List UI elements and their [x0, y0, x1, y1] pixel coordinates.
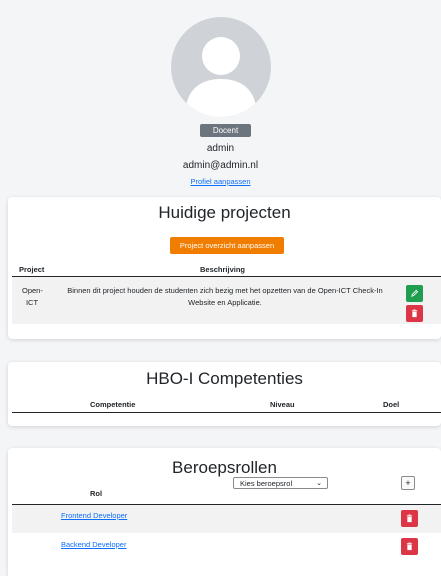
competencies-title: HBO-I Competenties: [146, 369, 303, 388]
user-email: admin@admin.nl: [182, 160, 259, 171]
edit-project-overview-button[interactable]: Project overzicht aanpassen: [170, 237, 284, 254]
trash-icon: [406, 514, 413, 523]
edit-project-button[interactable]: [406, 285, 423, 302]
user-silhouette-icon: [185, 37, 257, 117]
competencies-header-divider: [12, 412, 441, 413]
column-header-project: Project: [19, 265, 45, 274]
column-header-competentie: Competentie: [90, 400, 136, 409]
column-header-doel: Doel: [383, 400, 400, 409]
role-badge: Docent: [200, 124, 251, 137]
add-role-button[interactable]: +: [401, 476, 415, 490]
role-link-backend[interactable]: Backend Developer: [61, 540, 126, 549]
role-select-value: Kies beroepsrol: [240, 479, 293, 488]
delete-role-button[interactable]: [401, 510, 418, 527]
profile-avatar: [171, 17, 271, 117]
trash-icon: [411, 309, 418, 318]
role-link-frontend[interactable]: Frontend Developer: [61, 511, 127, 520]
column-header-rol: Rol: [90, 489, 103, 498]
username: admin: [206, 143, 235, 154]
chevron-down-icon: ⌄: [316, 480, 322, 487]
roles-title: Beroepsrollen: [172, 458, 277, 477]
roles-card: Beroepsrollen Rol Kies beroepsrol ⌄ + Fr…: [8, 448, 441, 576]
trash-icon: [406, 542, 413, 551]
pencil-icon: [411, 289, 419, 297]
edit-profile-link[interactable]: Profiel aanpassen: [190, 177, 250, 186]
role-select[interactable]: Kies beroepsrol ⌄: [233, 477, 328, 489]
delete-role-button[interactable]: [401, 538, 418, 555]
project-name-cell: Open-ICT: [22, 286, 43, 307]
column-header-niveau: Niveau: [270, 400, 295, 409]
edit-profile-link-wrap: Profiel aanpassen: [0, 177, 441, 186]
delete-project-button[interactable]: [406, 305, 423, 322]
project-description-cell: Binnen dit project houden de studenten z…: [67, 286, 383, 307]
projects-card: Huidige projecten Project overzicht aanp…: [8, 197, 441, 339]
projects-title: Huidige projecten: [158, 203, 291, 222]
column-header-description: Beschrijving: [200, 265, 246, 274]
competencies-card: HBO-I Competenties Competentie Niveau Do…: [8, 362, 441, 426]
